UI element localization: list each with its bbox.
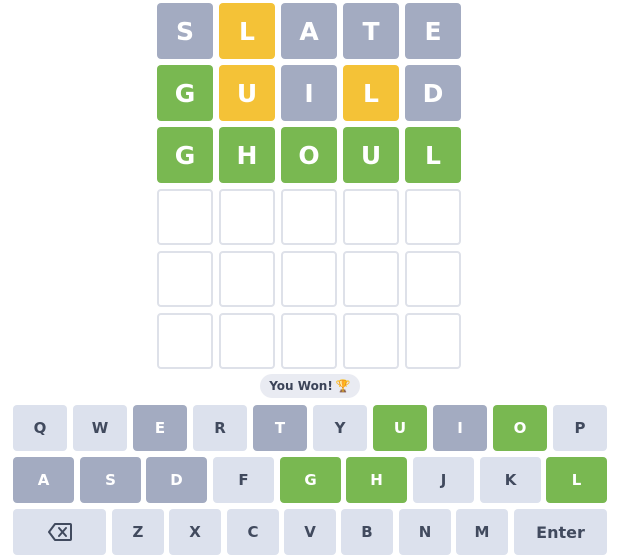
key-f[interactable]: F	[213, 457, 274, 503]
board-tile: I	[281, 65, 337, 121]
board-tile: E	[405, 3, 461, 59]
board-tile	[343, 189, 399, 245]
key-h[interactable]: H	[346, 457, 407, 503]
board-tile	[343, 251, 399, 307]
board-tile: T	[343, 3, 399, 59]
key-a[interactable]: A	[13, 457, 74, 503]
board-tile	[219, 251, 275, 307]
board-tile	[219, 189, 275, 245]
key-r[interactable]: R	[193, 405, 247, 451]
board-tile: G	[157, 127, 213, 183]
key-p[interactable]: P	[553, 405, 607, 451]
game-board: SLATEGUILDGHOUL	[157, 3, 463, 375]
board-row: GUILD	[157, 65, 463, 121]
key-k[interactable]: K	[480, 457, 541, 503]
key-g[interactable]: G	[280, 457, 341, 503]
board-tile: L	[219, 3, 275, 59]
board-tile	[281, 313, 337, 369]
key-n[interactable]: N	[399, 509, 451, 555]
board-tile: U	[219, 65, 275, 121]
key-q[interactable]: Q	[13, 405, 67, 451]
board-tile	[343, 313, 399, 369]
board-row	[157, 251, 463, 307]
key-o[interactable]: O	[493, 405, 547, 451]
backspace-icon	[47, 523, 72, 541]
key-t[interactable]: T	[253, 405, 307, 451]
board-tile: H	[219, 127, 275, 183]
key-i[interactable]: I	[433, 405, 487, 451]
board-tile	[405, 189, 461, 245]
board-tile	[157, 189, 213, 245]
toast-text: You Won!	[269, 379, 333, 393]
board-tile: G	[157, 65, 213, 121]
key-y[interactable]: Y	[313, 405, 367, 451]
trophy-icon: 🏆	[335, 379, 351, 393]
board-tile	[405, 313, 461, 369]
key-j[interactable]: J	[413, 457, 474, 503]
board-tile: U	[343, 127, 399, 183]
board-tile	[219, 313, 275, 369]
key-enter[interactable]: Enter	[514, 509, 607, 555]
board-tile: S	[157, 3, 213, 59]
key-b[interactable]: B	[341, 509, 393, 555]
key-l[interactable]: L	[546, 457, 607, 503]
board-tile	[281, 251, 337, 307]
key-v[interactable]: V	[284, 509, 336, 555]
key-s[interactable]: S	[80, 457, 141, 503]
board-tile: A	[281, 3, 337, 59]
key-m[interactable]: M	[456, 509, 508, 555]
key-d[interactable]: D	[146, 457, 207, 503]
board-row: SLATE	[157, 3, 463, 59]
board-tile	[281, 189, 337, 245]
board-tile: O	[281, 127, 337, 183]
key-w[interactable]: W	[73, 405, 127, 451]
board-row: GHOUL	[157, 127, 463, 183]
board-tile: D	[405, 65, 461, 121]
board-tile	[405, 251, 461, 307]
key-e[interactable]: E	[133, 405, 187, 451]
key-u[interactable]: U	[373, 405, 427, 451]
board-tile: L	[343, 65, 399, 121]
key-backspace[interactable]	[13, 509, 106, 555]
board-row	[157, 313, 463, 369]
key-x[interactable]: X	[169, 509, 221, 555]
board-row	[157, 189, 463, 245]
board-tile: L	[405, 127, 461, 183]
key-c[interactable]: C	[227, 509, 279, 555]
win-toast: You Won! 🏆	[260, 374, 360, 398]
board-tile	[157, 251, 213, 307]
board-tile	[157, 313, 213, 369]
key-z[interactable]: Z	[112, 509, 164, 555]
